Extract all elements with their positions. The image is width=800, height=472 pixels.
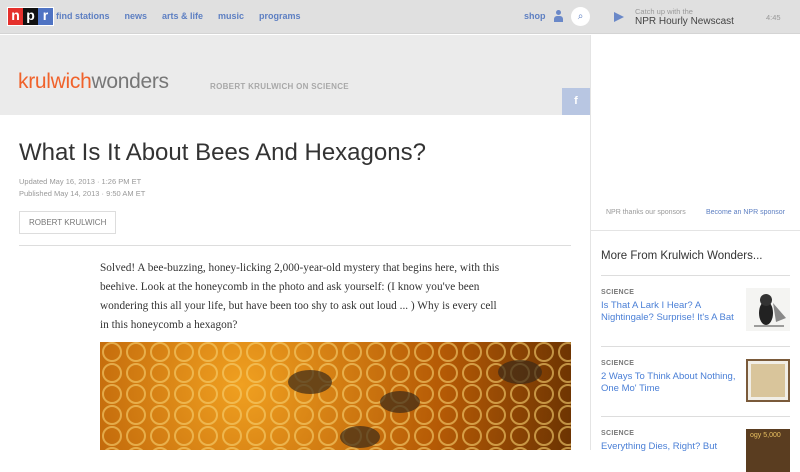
blog-logo[interactable]: krulwichwonders bbox=[18, 70, 169, 94]
blank-canvas-thumbnail[interactable] bbox=[746, 359, 790, 402]
divider bbox=[591, 230, 800, 231]
top-nav-bar: n p r find stations news arts & life mus… bbox=[0, 0, 800, 34]
sponsor-thanks: NPR thanks our sponsors bbox=[606, 209, 686, 216]
player-title[interactable]: NPR Hourly Newscast bbox=[635, 16, 734, 27]
more-from-heading: More From Krulwich Wonders... bbox=[601, 250, 763, 262]
logo-r: r bbox=[38, 8, 53, 25]
nav-arts-life[interactable]: arts & life bbox=[162, 11, 203, 21]
item-title[interactable]: Is That A Lark I Hear? A Nightingale? Su… bbox=[601, 300, 736, 323]
divider bbox=[19, 245, 571, 246]
article-dates: Updated May 16, 2013 · 1:26 PM ET Publis… bbox=[19, 176, 145, 200]
item-category[interactable]: SCIENCE bbox=[601, 360, 634, 367]
honeycomb-pattern bbox=[100, 342, 571, 450]
logo-n: n bbox=[8, 8, 23, 25]
column-divider bbox=[590, 35, 591, 450]
logo-p: p bbox=[23, 8, 38, 25]
article-title: What Is It About Bees And Hexagons? bbox=[19, 139, 426, 166]
shop-link[interactable]: shop bbox=[524, 11, 546, 21]
blog-tagline: ROBERT KRULWICH ON SCIENCE bbox=[210, 82, 349, 91]
item-category[interactable]: SCIENCE bbox=[601, 430, 634, 437]
npr-logo[interactable]: n p r bbox=[7, 7, 54, 26]
nav-find-stations[interactable]: find stations bbox=[56, 11, 110, 21]
honeycomb-photo bbox=[100, 342, 571, 450]
item-title[interactable]: Everything Dies, Right? But bbox=[601, 441, 736, 453]
facebook-share-button[interactable]: f bbox=[562, 88, 590, 115]
canvas-image bbox=[751, 364, 785, 397]
sign-thumbnail[interactable]: ogy 5,000 bbox=[746, 429, 790, 472]
nav-news[interactable]: news bbox=[125, 11, 148, 21]
updated-date: Updated May 16, 2013 · 1:26 PM ET bbox=[19, 177, 142, 186]
nav-music[interactable]: music bbox=[218, 11, 244, 21]
list-item[interactable]: SCIENCE Everything Dies, Right? But ogy … bbox=[601, 416, 790, 472]
user-icon[interactable] bbox=[554, 10, 563, 22]
search-icon[interactable]: ⌕ bbox=[571, 7, 590, 26]
brand-wonders: wonders bbox=[91, 70, 169, 93]
bat-illustration bbox=[754, 294, 786, 327]
item-title[interactable]: 2 Ways To Think About Nothing, One Mo' T… bbox=[601, 371, 736, 394]
nav-programs[interactable]: programs bbox=[259, 11, 301, 21]
thumbnail-text: ogy 5,000 bbox=[750, 432, 781, 439]
bat-thumbnail[interactable] bbox=[746, 288, 790, 331]
become-sponsor-link[interactable]: Become an NPR sponsor bbox=[706, 209, 785, 216]
player-duration: 4:45 bbox=[766, 13, 781, 22]
list-item[interactable]: SCIENCE 2 Ways To Think About Nothing, O… bbox=[601, 346, 790, 416]
article-body: Solved! A bee-buzzing, honey-licking 2,0… bbox=[100, 262, 500, 331]
brand-krulwich: krulwich bbox=[18, 70, 92, 93]
player-caption: Catch up with the bbox=[635, 7, 693, 16]
list-item[interactable]: SCIENCE Is That A Lark I Hear? A Nightin… bbox=[601, 275, 790, 345]
play-icon[interactable] bbox=[614, 12, 624, 22]
main-nav: find stations news arts & life music pro… bbox=[56, 11, 301, 21]
published-date: Published May 14, 2013 · 9:50 AM ET bbox=[19, 189, 146, 198]
author-byline-button[interactable]: ROBERT KRULWICH bbox=[19, 211, 117, 234]
item-category[interactable]: SCIENCE bbox=[601, 289, 634, 296]
